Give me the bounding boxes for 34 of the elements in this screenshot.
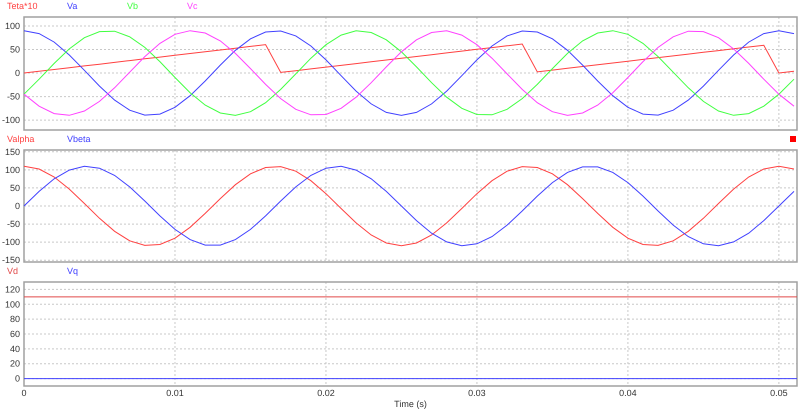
axis-tick-label: 0.04	[619, 388, 637, 398]
axis-tick-label: -50	[6, 219, 20, 230]
axis-tick-label: 0	[22, 388, 26, 398]
axis-title: Time (s)	[394, 399, 427, 409]
axis-tick-label: 0.02	[317, 388, 335, 398]
axis-tick-label: 50	[10, 182, 20, 193]
axis-tick-label: 0	[14, 201, 20, 211]
axis-tick-label: -100	[2, 115, 20, 126]
axis-tick-label: -50	[6, 92, 20, 102]
legend-label: Vc	[187, 2, 199, 10]
axis-tick-label: 100	[4, 20, 20, 31]
legend-label: Teta*10	[7, 2, 39, 10]
axis-tick-label: 40	[10, 344, 20, 354]
axis-tick-label: -100	[2, 237, 20, 248]
legend-label: Vq	[67, 266, 80, 276]
axis-tick-label: 0.03	[468, 388, 486, 398]
axis-tick-label: 120	[4, 284, 20, 294]
axis-tick-label: 0	[14, 374, 20, 384]
axis-tick-label: 150	[4, 146, 20, 157]
axis-tick-label: 60	[10, 329, 20, 339]
legend-label: Vb	[127, 2, 140, 10]
axis-tick-label: 100	[4, 299, 20, 310]
axis-tick-label: 0.05	[770, 388, 788, 398]
axis-tick-label: 50	[10, 44, 20, 54]
axis-tick-label: 20	[10, 358, 20, 369]
axis-tick-label: 80	[10, 314, 20, 324]
legend-label: Valpha	[7, 134, 36, 144]
legend-label: Va	[67, 2, 78, 10]
axis-tick-label: 100	[4, 164, 20, 175]
axis-tick-label: -150	[2, 255, 20, 265]
legend-label: Vbeta	[67, 134, 92, 144]
axis-tick-label: 0.01	[166, 388, 184, 398]
legend-label: Vd	[7, 266, 20, 276]
axis-tick-label: 0	[14, 68, 20, 78]
